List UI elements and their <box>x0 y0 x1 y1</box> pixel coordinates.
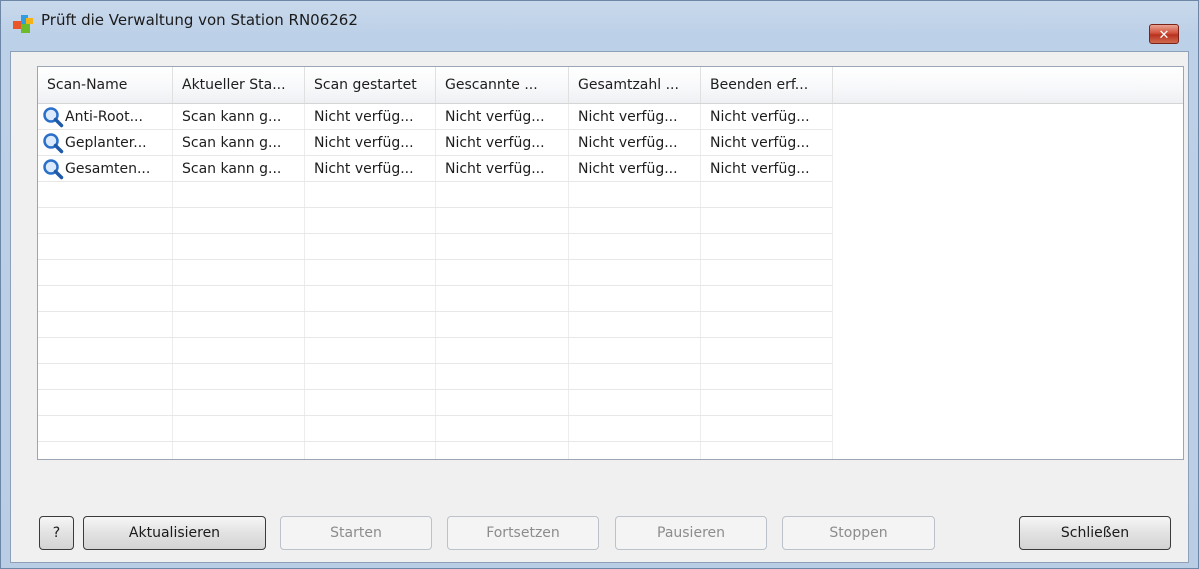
empty-table-row <box>38 260 832 286</box>
cell-scan-started: Nicht verfüg... <box>314 161 414 177</box>
table-row[interactable]: Geplanter... Scan kann g... Nicht verfüg… <box>38 130 832 156</box>
empty-table-row <box>38 234 832 260</box>
column-header-current-status[interactable]: Aktueller Sta... <box>173 67 305 103</box>
start-button[interactable]: Starten <box>280 516 432 550</box>
avg-logo-icon <box>13 15 33 33</box>
pause-button[interactable]: Pausieren <box>615 516 767 550</box>
empty-table-row <box>38 312 832 338</box>
table-header: Scan-Name Aktueller Sta... Scan gestarte… <box>38 67 1183 104</box>
column-header-scanned[interactable]: Gescannte ... <box>436 67 569 103</box>
dialog-window: Prüft die Verwaltung von Station RN06262… <box>0 0 1199 569</box>
cell-current-status: Scan kann g... <box>182 161 282 177</box>
close-window-button[interactable]: ✕ <box>1149 24 1179 44</box>
close-button[interactable]: Schließen <box>1019 516 1171 550</box>
cell-finished: Nicht verfüg... <box>710 161 810 177</box>
help-button[interactable]: ? <box>39 516 74 550</box>
scan-table[interactable]: Scan-Name Aktueller Sta... Scan gestarte… <box>37 66 1184 460</box>
cell-scan-started: Nicht verfüg... <box>314 135 414 151</box>
window-title: Prüft die Verwaltung von Station RN06262 <box>41 11 358 29</box>
cell-current-status: Scan kann g... <box>182 135 282 151</box>
empty-table-row <box>38 286 832 312</box>
empty-table-row <box>38 338 832 364</box>
empty-table-row <box>38 364 832 390</box>
empty-table-row <box>38 182 832 208</box>
cell-scanned: Nicht verfüg... <box>445 135 545 151</box>
cell-finished: Nicht verfüg... <box>710 135 810 151</box>
cell-scan-name: Anti-Root... <box>38 104 172 130</box>
dialog-client-area: Scan-Name Aktueller Sta... Scan gestarte… <box>10 51 1189 563</box>
cell-scan-name: Geplanter... <box>38 130 172 156</box>
magnifier-icon <box>43 133 64 154</box>
cell-total: Nicht verfüg... <box>578 135 678 151</box>
cell-current-status: Scan kann g... <box>182 109 282 125</box>
empty-table-row <box>38 416 832 442</box>
empty-table-row <box>38 390 832 416</box>
column-header-scan-started[interactable]: Scan gestartet <box>305 67 436 103</box>
cell-scan-started: Nicht verfüg... <box>314 109 414 125</box>
title-bar[interactable]: Prüft die Verwaltung von Station RN06262… <box>1 1 1198 44</box>
column-header-scan-name[interactable]: Scan-Name <box>38 67 173 103</box>
magnifier-icon <box>43 107 64 128</box>
cell-total: Nicht verfüg... <box>578 109 678 125</box>
refresh-button[interactable]: Aktualisieren <box>83 516 266 550</box>
empty-table-row <box>38 442 832 459</box>
table-row[interactable]: Gesamten... Scan kann g... Nicht verfüg.… <box>38 156 832 182</box>
scan-name-text: Gesamten... <box>65 161 151 177</box>
stop-button[interactable]: Stoppen <box>782 516 935 550</box>
empty-table-row <box>38 208 832 234</box>
column-divider <box>832 104 833 459</box>
resume-button[interactable]: Fortsetzen <box>447 516 599 550</box>
cell-scanned: Nicht verfüg... <box>445 109 545 125</box>
cell-finished: Nicht verfüg... <box>710 109 810 125</box>
cell-scanned: Nicht verfüg... <box>445 161 545 177</box>
column-header-finished[interactable]: Beenden erf... <box>701 67 833 103</box>
cell-scan-name: Gesamten... <box>38 156 172 182</box>
table-row[interactable]: Anti-Root... Scan kann g... Nicht verfüg… <box>38 104 832 130</box>
column-header-total[interactable]: Gesamtzahl ... <box>569 67 701 103</box>
close-icon: ✕ <box>1158 26 1170 42</box>
scan-name-text: Geplanter... <box>65 135 147 151</box>
scan-name-text: Anti-Root... <box>65 109 143 125</box>
cell-total: Nicht verfüg... <box>578 161 678 177</box>
magnifier-icon <box>43 159 64 180</box>
